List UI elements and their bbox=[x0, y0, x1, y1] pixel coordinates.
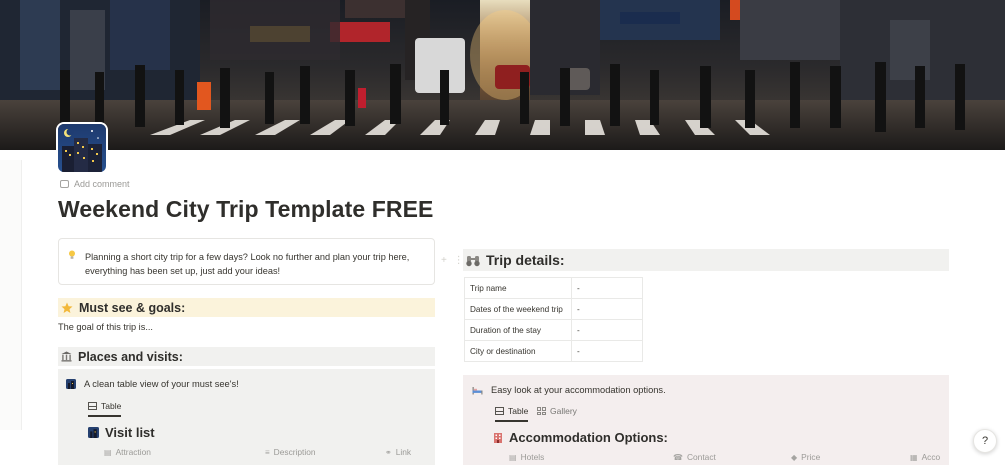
city-night-small-icon bbox=[66, 379, 76, 389]
goal-text[interactable]: The goal of this trip is... bbox=[58, 322, 153, 332]
add-comment-button[interactable]: Add comment bbox=[60, 179, 130, 189]
column-link-label: Link bbox=[395, 447, 412, 457]
lightbulb-icon bbox=[69, 250, 75, 259]
column-link[interactable]: ⚭ Link bbox=[385, 447, 411, 457]
star-icon bbox=[61, 302, 73, 313]
table-row: Dates of the weekend trip - bbox=[464, 298, 643, 320]
binoculars-icon bbox=[466, 255, 480, 266]
cover-photo bbox=[0, 0, 1005, 150]
places-heading[interactable]: Places and visits: bbox=[58, 347, 435, 366]
text-lines-icon: ≡ bbox=[265, 447, 270, 457]
places-db-description-text: A clean table view of your must see's! bbox=[84, 379, 239, 389]
trip-details-heading-text: Trip details: bbox=[486, 252, 565, 268]
page-cover[interactable] bbox=[0, 0, 1005, 150]
visit-list-title-text: Visit list bbox=[105, 425, 155, 440]
table-row: Duration of the stay - bbox=[464, 319, 643, 341]
building-icon: ▦ bbox=[910, 452, 918, 462]
phone-icon: ☎ bbox=[673, 452, 683, 462]
column-description-label: Description bbox=[273, 447, 316, 457]
gallery-icon bbox=[537, 407, 546, 415]
city-night-small-icon bbox=[88, 427, 99, 438]
city-night-icon[interactable] bbox=[58, 124, 106, 172]
must-see-heading-text: Must see & goals: bbox=[79, 300, 186, 315]
accommodation-callout: Easy look at your accommodation options.… bbox=[463, 375, 949, 465]
left-side-panel-edge bbox=[0, 160, 22, 430]
trip-dates-key[interactable]: Dates of the weekend trip bbox=[464, 298, 572, 320]
accommodation-tab-gallery[interactable]: Gallery bbox=[537, 406, 577, 420]
trip-city-key[interactable]: City or destination bbox=[464, 340, 572, 362]
column-contact-label: Contact bbox=[686, 452, 716, 462]
trip-name-value[interactable]: - bbox=[571, 277, 643, 299]
table-row: City or destination - bbox=[464, 340, 643, 362]
column-price[interactable]: ◆ Price bbox=[791, 452, 820, 462]
bed-icon bbox=[472, 386, 483, 394]
trip-details-table: Trip name - Dates of the weekend trip - … bbox=[464, 277, 643, 362]
tag-icon: ◆ bbox=[791, 452, 798, 462]
column-attraction[interactable]: ▤ Attraction bbox=[104, 447, 151, 457]
column-hotels[interactable]: ▤ Hotels bbox=[509, 452, 544, 462]
trip-duration-value[interactable]: - bbox=[571, 319, 643, 341]
table-icon bbox=[88, 402, 97, 410]
classical-building-icon bbox=[61, 351, 72, 362]
help-button[interactable]: ? bbox=[973, 429, 997, 453]
accommodation-description-text: Easy look at your accommodation options. bbox=[491, 385, 666, 395]
table-icon bbox=[495, 407, 504, 415]
accommodation-description: Easy look at your accommodation options. bbox=[472, 385, 666, 395]
callout-text: Planning a short city trip for a few day… bbox=[85, 252, 410, 276]
trip-name-key[interactable]: Trip name bbox=[464, 277, 572, 299]
places-heading-text: Places and visits: bbox=[78, 349, 183, 364]
column-attraction-label: Attraction bbox=[115, 447, 151, 457]
link-icon: ⚭ bbox=[385, 447, 392, 457]
add-comment-label: Add comment bbox=[74, 179, 130, 189]
accommodation-tab-table-label: Table bbox=[508, 406, 529, 416]
trip-details-heading[interactable]: Trip details: bbox=[463, 249, 949, 271]
visit-list-title[interactable]: Visit list bbox=[88, 425, 155, 440]
column-contact[interactable]: ☎ Contact bbox=[673, 452, 716, 462]
column-hotels-label: Hotels bbox=[520, 452, 545, 462]
intro-callout[interactable]: Planning a short city trip for a few day… bbox=[58, 238, 435, 285]
accommodation-tab-table[interactable]: Table bbox=[495, 406, 529, 422]
places-tab-table[interactable]: Table bbox=[88, 401, 122, 417]
column-price-label: Price bbox=[801, 452, 821, 462]
page-title[interactable]: Weekend City Trip Template FREE bbox=[58, 196, 433, 223]
hotel-icon bbox=[494, 433, 502, 443]
accommodation-tab-gallery-label: Gallery bbox=[550, 406, 577, 416]
trip-dates-value[interactable]: - bbox=[571, 298, 643, 320]
column-acco[interactable]: ▦ Acco bbox=[910, 452, 940, 462]
accommodation-db-title-text: Accommodation Options: bbox=[509, 430, 668, 445]
column-description[interactable]: ≡ Description bbox=[265, 447, 316, 457]
bed-outline-icon: ▤ bbox=[509, 452, 517, 462]
table-row: Trip name - bbox=[464, 277, 643, 299]
column-acco-label: Acco bbox=[921, 452, 941, 462]
comment-icon bbox=[60, 180, 69, 188]
must-see-heading[interactable]: Must see & goals: bbox=[58, 298, 435, 317]
building-icon: ▤ bbox=[104, 447, 112, 457]
places-tab-table-label: Table bbox=[101, 401, 122, 411]
trip-city-value[interactable]: - bbox=[571, 340, 643, 362]
places-db-description: A clean table view of your must see's! bbox=[66, 379, 239, 389]
places-callout: A clean table view of your must see's! T… bbox=[58, 369, 435, 465]
trip-duration-key[interactable]: Duration of the stay bbox=[464, 319, 572, 341]
accommodation-db-title[interactable]: Accommodation Options: bbox=[493, 430, 668, 445]
